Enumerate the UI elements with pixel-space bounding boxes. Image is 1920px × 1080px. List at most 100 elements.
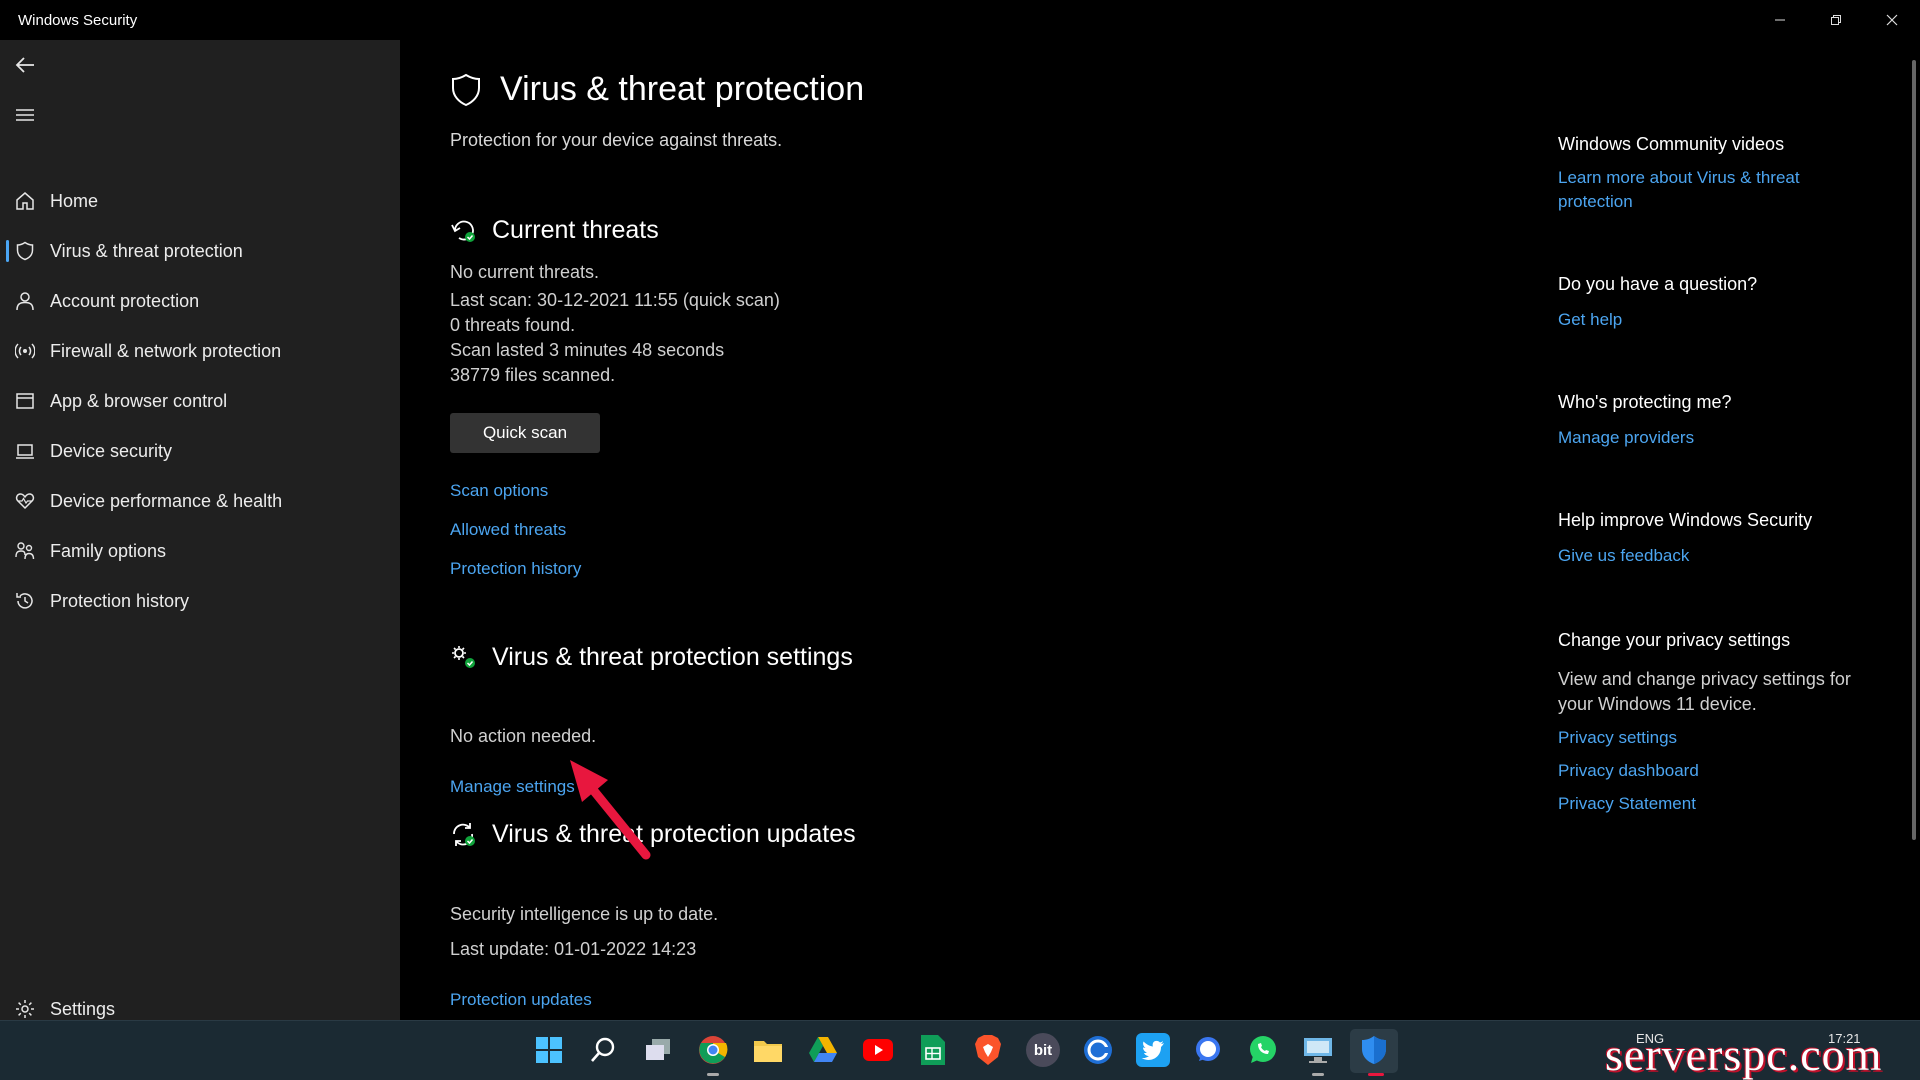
close-icon	[1886, 14, 1898, 26]
bit-label: bit	[1033, 1041, 1053, 1059]
privacy-dashboard-link[interactable]: Privacy dashboard	[1558, 759, 1858, 783]
privacy-settings-link[interactable]: Privacy settings	[1558, 726, 1858, 750]
settings-status-line: No action needed.	[450, 726, 597, 746]
windows-security-icon[interactable]	[1357, 1033, 1391, 1067]
gears-icon	[452, 645, 475, 668]
refresh-check-icon	[451, 220, 475, 242]
title-bar: Windows Security	[0, 0, 1920, 40]
privacy-statement-link[interactable]: Privacy Statement	[1558, 792, 1858, 816]
chrome-running-indicator	[707, 1073, 719, 1076]
last-update-line: Last update: 01-01-2022 14:23	[450, 939, 697, 959]
page-subtitle: Protection for your device against threa…	[450, 130, 783, 150]
improve-heading: Help improve Windows Security	[1558, 510, 1813, 530]
remote-desktop-running-indicator	[1312, 1073, 1324, 1076]
wifi-icon	[14, 340, 36, 362]
windows-security-active-indicator	[1368, 1073, 1384, 1076]
sidebar-item-label: Firewall & network protection	[50, 340, 282, 361]
back-arrow-icon	[15, 57, 34, 73]
person-icon	[14, 290, 36, 312]
section-title: Virus & threat protection settings	[492, 643, 853, 671]
protection-updates-link[interactable]: Protection updates	[450, 990, 592, 1010]
privacy-heading: Change your privacy settings	[1558, 630, 1791, 650]
brave-icon[interactable]	[971, 1033, 1005, 1067]
heart-icon	[14, 490, 36, 512]
ccleaner-icon[interactable]	[1081, 1033, 1115, 1067]
home-icon	[14, 190, 36, 212]
manage-providers-link[interactable]: Manage providers	[1558, 426, 1858, 450]
protection-history-link[interactable]: Protection history	[450, 559, 581, 579]
update-status-line: Security intelligence is up to date.	[450, 904, 719, 924]
community-videos-heading: Windows Community videos	[1558, 134, 1785, 154]
whatsapp-icon[interactable]	[1246, 1033, 1280, 1067]
scan-duration-line: Scan lasted 3 minutes 48 seconds	[450, 340, 725, 360]
sidebar-item-account-protection[interactable]: Account protection	[0, 276, 400, 326]
google-sheets-icon[interactable]	[916, 1033, 950, 1067]
signal-icon[interactable]	[1191, 1033, 1225, 1067]
google-drive-icon[interactable]	[806, 1033, 840, 1067]
quick-scan-button[interactable]: Quick scan	[450, 413, 600, 453]
sidebar-item-firewall[interactable]: Firewall & network protection	[0, 326, 400, 376]
sidebar-item-label: Account protection	[50, 290, 200, 311]
threat-status-line: No current threats.	[450, 262, 600, 282]
search-icon[interactable]	[586, 1033, 620, 1067]
settings-label: Settings	[50, 998, 116, 1019]
minimize-button[interactable]	[1752, 0, 1808, 40]
sidebar-item-device-performance[interactable]: Device performance & health	[0, 476, 400, 526]
chrome-icon[interactable]	[696, 1033, 730, 1067]
sidebar-item-label: Device security	[50, 440, 173, 461]
section-title: Virus & threat protection updates	[492, 820, 856, 848]
protection-settings-heading: Virus & threat protection settings	[450, 643, 853, 672]
youtube-icon[interactable]	[861, 1033, 895, 1067]
watermark: serverspc.com	[1605, 1029, 1883, 1080]
privacy-description: View and change privacy settings for you…	[1558, 669, 1851, 714]
back-button[interactable]	[10, 50, 40, 80]
scan-options-link[interactable]: Scan options	[450, 481, 548, 501]
sidebar-item-home[interactable]: Home	[0, 176, 400, 226]
allowed-threats-link[interactable]: Allowed threats	[450, 520, 566, 540]
scrollbar[interactable]	[1912, 60, 1916, 840]
shield-icon	[452, 73, 480, 106]
task-view-icon[interactable]	[641, 1033, 675, 1067]
current-threats-heading: Current threats	[450, 216, 659, 245]
sidebar-item-protection-history[interactable]: Protection history	[0, 576, 400, 626]
restore-button[interactable]	[1808, 0, 1864, 40]
sidebar-item-label: Protection history	[50, 590, 190, 611]
page-title-text: Virus & threat protection	[500, 70, 865, 108]
sidebar-item-device-security[interactable]: Device security	[0, 426, 400, 476]
minimize-icon	[1775, 19, 1785, 21]
sidebar-item-label: Home	[50, 190, 99, 211]
sidebar-item-virus-threat-protection[interactable]: Virus & threat protection	[0, 226, 400, 276]
learn-more-link[interactable]: Learn more about Virus & threat protecti…	[1558, 166, 1858, 214]
page-title: Virus & threat protection	[450, 70, 864, 109]
protecting-heading: Who's protecting me?	[1558, 392, 1732, 412]
shield-icon	[14, 240, 36, 262]
close-button[interactable]	[1864, 0, 1920, 40]
app-window-icon	[14, 390, 36, 412]
sidebar-nav: Home Virus & threat protection Account p…	[0, 176, 400, 626]
remote-desktop-icon[interactable]	[1301, 1033, 1335, 1067]
twitter-icon[interactable]	[1136, 1033, 1170, 1067]
menu-button[interactable]	[10, 100, 40, 130]
bit-icon[interactable]: bit	[1026, 1033, 1060, 1067]
manage-settings-link[interactable]: Manage settings	[450, 777, 575, 797]
file-explorer-icon[interactable]	[751, 1033, 785, 1067]
give-feedback-link[interactable]: Give us feedback	[1558, 544, 1858, 568]
sidebar-item-label: App & browser control	[50, 390, 228, 411]
files-scanned-line: 38779 files scanned.	[450, 365, 616, 385]
laptop-icon	[14, 440, 36, 462]
sidebar-item-label: Device performance & health	[50, 490, 283, 511]
sidebar-item-family-options[interactable]: Family options	[0, 526, 400, 576]
last-scan-line: Last scan: 30-12-2021 11:55 (quick scan)	[450, 290, 780, 310]
get-help-link[interactable]: Get help	[1558, 308, 1858, 332]
family-icon	[14, 540, 36, 562]
sidebar-item-label: Virus & threat protection	[50, 240, 243, 261]
annotation-arrow	[570, 760, 651, 860]
main-content: Virus & threat protection Protection for…	[400, 40, 1520, 1020]
windows-start-icon[interactable]	[532, 1033, 566, 1067]
history-icon	[14, 590, 36, 612]
sidebar-item-app-browser-control[interactable]: App & browser control	[0, 376, 400, 426]
sidebar: Home Virus & threat protection Account p…	[0, 40, 400, 1020]
question-heading: Do you have a question?	[1558, 274, 1758, 294]
window-title: Windows Security	[18, 11, 138, 29]
gear-icon	[14, 998, 36, 1020]
